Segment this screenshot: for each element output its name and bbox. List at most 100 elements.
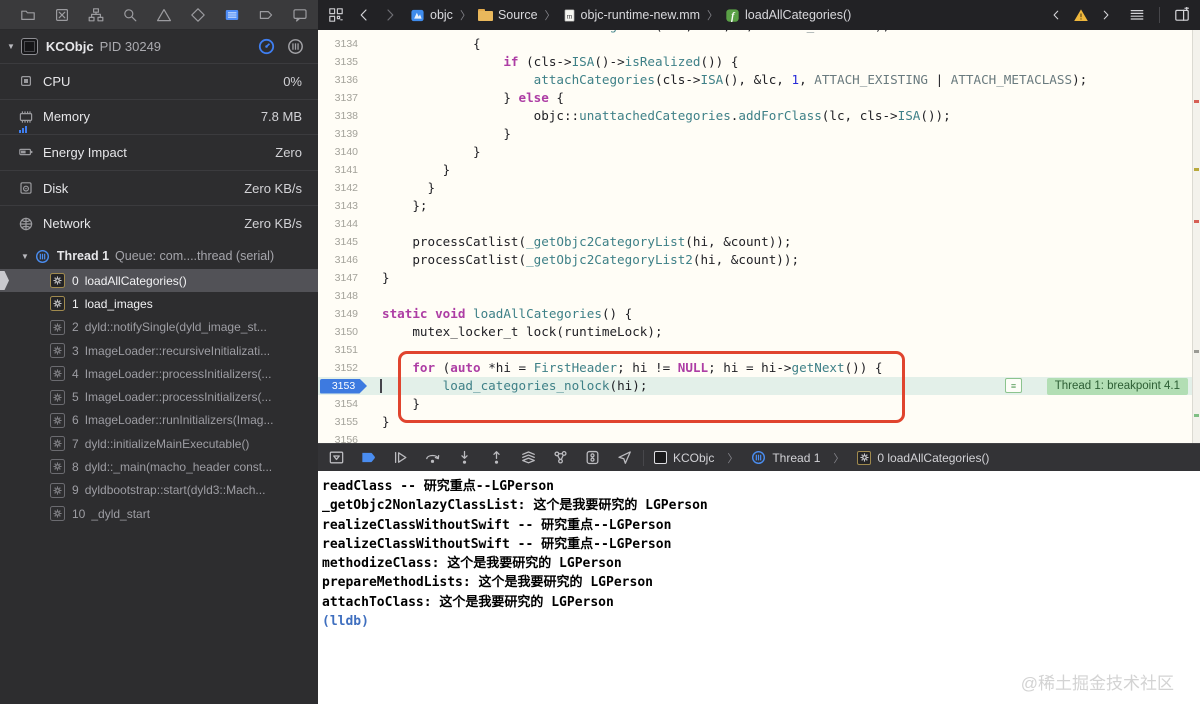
debug-navigator-icon[interactable]: [224, 7, 240, 23]
memory-graph-icon[interactable]: [552, 449, 569, 466]
stack-frame-7[interactable]: 7 dyld::initializeMainExecutable(): [0, 432, 318, 455]
find-navigator-icon[interactable]: [122, 7, 138, 23]
code-line[interactable]: 3148: [318, 287, 1192, 305]
line-number[interactable]: 3155: [318, 413, 358, 431]
line-number[interactable]: 3149: [318, 305, 358, 323]
stack-frame-6[interactable]: 6 ImageLoader::runInitializers(Imag...: [0, 409, 318, 432]
line-number[interactable]: 3147: [318, 269, 358, 287]
jumpbar-folder[interactable]: Source: [477, 8, 538, 22]
disclosure-triangle-icon[interactable]: ▼: [21, 252, 29, 261]
code-line[interactable]: 3137 } else {: [318, 89, 1192, 107]
jumpbar-project[interactable]: objc: [410, 8, 453, 23]
process-row[interactable]: ▼ KCObjc PID 30249: [0, 30, 318, 63]
code-line[interactable]: 3147}: [318, 269, 1192, 287]
forward-chevron-icon[interactable]: [382, 7, 398, 23]
continue-icon[interactable]: [392, 449, 409, 466]
breakpoint-badge[interactable]: 3153: [320, 378, 367, 394]
line-number[interactable]: 3137: [318, 89, 358, 107]
hide-debug-area-icon[interactable]: [328, 449, 345, 466]
stack-frame-5[interactable]: 5 ImageLoader::processInitializers(...: [0, 385, 318, 408]
next-issue-chevron-icon[interactable]: [1099, 8, 1113, 22]
view-hierarchy-icon[interactable]: [520, 449, 537, 466]
line-number[interactable]: 3146: [318, 251, 358, 269]
back-chevron-icon[interactable]: [356, 7, 372, 23]
lldb-console[interactable]: readClass -- 研究重点--LGPerson _getObjc2Nonl…: [318, 471, 1200, 704]
source-control-navigator-icon[interactable]: [54, 7, 70, 23]
code-line[interactable]: 3145 processCatlist(_getObjc2CategoryLis…: [318, 233, 1192, 251]
code-line-breakpoint[interactable]: 3153 load_categories_nolock(hi); ≡ Thread …: [318, 377, 1192, 395]
gauge-row-energy[interactable]: Energy Impact Zero: [0, 134, 318, 170]
gauge-row-disk[interactable]: Disk Zero KB/s: [0, 169, 318, 206]
adjust-editor-icon[interactable]: [1129, 7, 1145, 23]
line-number[interactable]: 3148: [318, 287, 358, 305]
threads-toggle-icon[interactable]: [287, 38, 304, 55]
lldb-prompt[interactable]: (lldb): [322, 614, 377, 629]
line-number[interactable]: 3150: [318, 323, 358, 341]
project-navigator-icon[interactable]: [20, 7, 36, 23]
line-number[interactable]: 3135: [318, 53, 358, 71]
line-number[interactable]: 3145: [318, 233, 358, 251]
test-navigator-icon[interactable]: [190, 7, 206, 23]
report-navigator-icon[interactable]: [292, 7, 308, 23]
line-number[interactable]: 3136: [318, 71, 358, 89]
gauge-row-network[interactable]: Network Zero KB/s: [0, 205, 318, 241]
debug-crumb-frame[interactable]: 0 loadAllCategories(): [877, 451, 989, 465]
editor-scrollbar[interactable]: [1192, 30, 1200, 443]
code-line[interactable]: 3146 processCatlist(_getObjc2CategoryLis…: [318, 251, 1192, 269]
stack-frame-1[interactable]: 1 load_images: [0, 292, 318, 315]
line-number[interactable]: 3143: [318, 197, 358, 215]
stack-frame-3[interactable]: 3 ImageLoader::recursiveInitializati...: [0, 339, 318, 362]
disclosure-triangle-icon[interactable]: ▼: [7, 42, 15, 51]
code-line[interactable]: 3149 static void loadAllCategories() {: [318, 305, 1192, 323]
stack-frame-4[interactable]: 4 ImageLoader::processInitializers(...: [0, 362, 318, 385]
warning-issue-icon[interactable]: [1073, 7, 1089, 23]
stack-frame-0[interactable]: 0 loadAllCategories(): [0, 268, 318, 293]
line-number[interactable]: 3140: [318, 143, 358, 161]
code-line[interactable]: 3144: [318, 215, 1192, 233]
code-line[interactable]: 3139 }: [318, 125, 1192, 143]
jumpbar-file[interactable]: m objc-runtime-new.mm: [563, 8, 700, 23]
line-number[interactable]: 3144: [318, 215, 358, 233]
gauge-row-memory[interactable]: Memory 7.8 MB: [0, 98, 318, 135]
jumpbar-symbol[interactable]: f loadAllCategories(): [725, 8, 851, 23]
breakpoint-actions-icon[interactable]: ≡: [1005, 378, 1022, 393]
stack-frame-9[interactable]: 9 dyldbootstrap::start(dyld3::Mach...: [0, 479, 318, 502]
line-number[interactable]: 3156: [318, 431, 358, 443]
line-number[interactable]: 3152: [318, 359, 358, 377]
code-line[interactable]: 3134 {: [318, 35, 1192, 53]
line-number[interactable]: 3154: [318, 395, 358, 413]
gauge-row-cpu[interactable]: CPU 0%: [0, 63, 318, 99]
cpu-gauge-toggle-icon[interactable]: [258, 38, 275, 55]
line-number[interactable]: 3139: [318, 125, 358, 143]
add-editor-icon[interactable]: [1174, 7, 1190, 23]
code-line[interactable]: 3151: [318, 341, 1192, 359]
line-number[interactable]: 3134: [318, 35, 358, 53]
breakpoints-enabled-icon[interactable]: [360, 449, 377, 466]
environment-overrides-icon[interactable]: [584, 449, 601, 466]
prev-issue-chevron-icon[interactable]: [1049, 8, 1063, 22]
code-line[interactable]: 3152 for (auto *hi = FirstHeader; hi != …: [318, 359, 1192, 377]
simulate-location-icon[interactable]: [616, 449, 633, 466]
debug-crumb-app[interactable]: KCObjc: [673, 451, 714, 465]
stack-frame-10[interactable]: 10 _dyld_start: [0, 502, 318, 525]
stack-frame-8[interactable]: 8 dyld::_main(macho_header const...: [0, 455, 318, 478]
code-line[interactable]: 3156: [318, 431, 1192, 443]
code-line[interactable]: 3140 }: [318, 143, 1192, 161]
code-line[interactable]: 3155}: [318, 413, 1192, 431]
code-line[interactable]: 3142 }: [318, 179, 1192, 197]
related-items-icon[interactable]: [328, 7, 344, 23]
line-number[interactable]: 3138: [318, 107, 358, 125]
source-editor[interactable]: attachCategories(cls, &lc, 1, ATTACH_EXI…: [318, 30, 1200, 443]
issue-navigator-icon[interactable]: [156, 7, 172, 23]
line-number[interactable]: 3151: [318, 341, 358, 359]
code-line[interactable]: 3136 attachCategories(cls->ISA(), &lc, 1…: [318, 71, 1192, 89]
thread-row[interactable]: ▼ Thread 1 Queue: com....thread (serial): [0, 244, 318, 269]
code-line[interactable]: 3141 }: [318, 161, 1192, 179]
breakpoint-navigator-icon[interactable]: [258, 7, 274, 23]
line-number[interactable]: 3142: [318, 179, 358, 197]
code-line[interactable]: 3138 objc::unattachedCategories.addForCl…: [318, 107, 1192, 125]
debug-crumb-thread[interactable]: Thread 1: [772, 451, 820, 465]
step-over-icon[interactable]: [424, 449, 441, 466]
code-line[interactable]: 3150 mutex_locker_t lock(runtimeLock);: [318, 323, 1192, 341]
code-line[interactable]: 3135 if (cls->ISA()->isRealized()) {: [318, 53, 1192, 71]
